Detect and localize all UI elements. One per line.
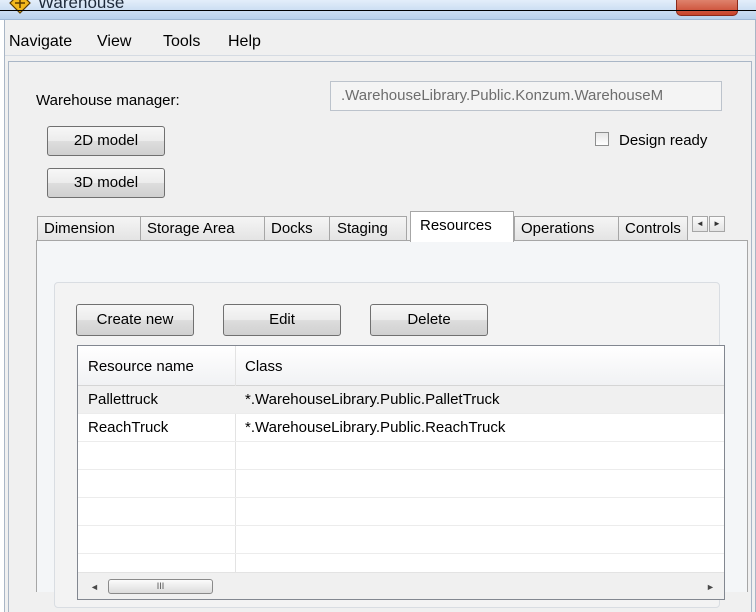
warehouse-manager-label: Warehouse manager: (36, 92, 180, 109)
close-button[interactable] (676, 0, 738, 16)
table-row[interactable]: Pallettruck *.WarehouseLibrary.Public.Pa… (78, 386, 724, 414)
3d-model-button[interactable]: 3D model (47, 168, 165, 198)
grid-header: Resource name Class (78, 346, 724, 386)
scroll-left-icon[interactable]: ◄ (90, 582, 99, 592)
tab-operations[interactable]: Operations (514, 216, 619, 241)
tab-scroll-right-icon[interactable]: ► (709, 216, 725, 232)
tab-resources[interactable]: Resources (410, 211, 514, 242)
table-row-empty (78, 470, 724, 498)
cell-class: *.WarehouseLibrary.Public.PalletTruck (245, 391, 500, 408)
cell-resource-name: ReachTruck (88, 419, 169, 436)
table-row-empty (78, 526, 724, 554)
menu-navigate[interactable]: Navigate (9, 33, 72, 51)
delete-button[interactable]: Delete (370, 304, 488, 336)
scroll-right-icon[interactable]: ► (706, 582, 715, 592)
warehouse-manager-field[interactable]: .WarehouseLibrary.Public.Konzum.Warehous… (330, 81, 722, 111)
horizontal-scrollbar[interactable]: ◄ III ► (78, 572, 724, 599)
tab-docks[interactable]: Docks (264, 216, 330, 241)
warehouse-app-icon (9, 0, 31, 14)
tab-strip: Dimension Storage Area Docks Staging Res… (4, 211, 744, 242)
scroll-thumb[interactable]: III (108, 579, 213, 594)
tab-scroll-left-icon[interactable]: ◄ (692, 216, 708, 232)
table-row-empty (78, 498, 724, 526)
tab-staging[interactable]: Staging (329, 216, 407, 241)
cell-resource-name: Pallettruck (88, 391, 159, 408)
menu-view[interactable]: View (97, 33, 131, 51)
design-ready-checkbox[interactable] (595, 132, 609, 146)
2d-model-button[interactable]: 2D model (47, 126, 165, 156)
cell-class: *.WarehouseLibrary.Public.ReachTruck (245, 419, 506, 436)
tab-dimension[interactable]: Dimension (37, 216, 141, 241)
create-new-button[interactable]: Create new (76, 304, 194, 336)
menu-tools[interactable]: Tools (163, 33, 200, 51)
menu-help[interactable]: Help (228, 33, 261, 51)
table-row[interactable]: ReachTruck *.WarehouseLibrary.Public.Rea… (78, 414, 724, 442)
tab-storage-area[interactable]: Storage Area (140, 216, 265, 241)
design-ready-label: Design ready (619, 132, 708, 149)
window-titlebar: Warehouse (0, 0, 756, 20)
titlebar-divider (0, 10, 756, 11)
column-resource-name[interactable]: Resource name (88, 358, 194, 375)
resources-grid[interactable]: Resource name Class Pallettruck *.Wareho… (77, 345, 725, 600)
column-class[interactable]: Class (245, 358, 283, 375)
table-row-empty (78, 442, 724, 470)
menu-bar: Navigate View Tools Help (5, 28, 755, 56)
edit-button[interactable]: Edit (223, 304, 341, 336)
tab-controls[interactable]: Controls (618, 216, 688, 241)
window-title: Warehouse (38, 0, 125, 12)
